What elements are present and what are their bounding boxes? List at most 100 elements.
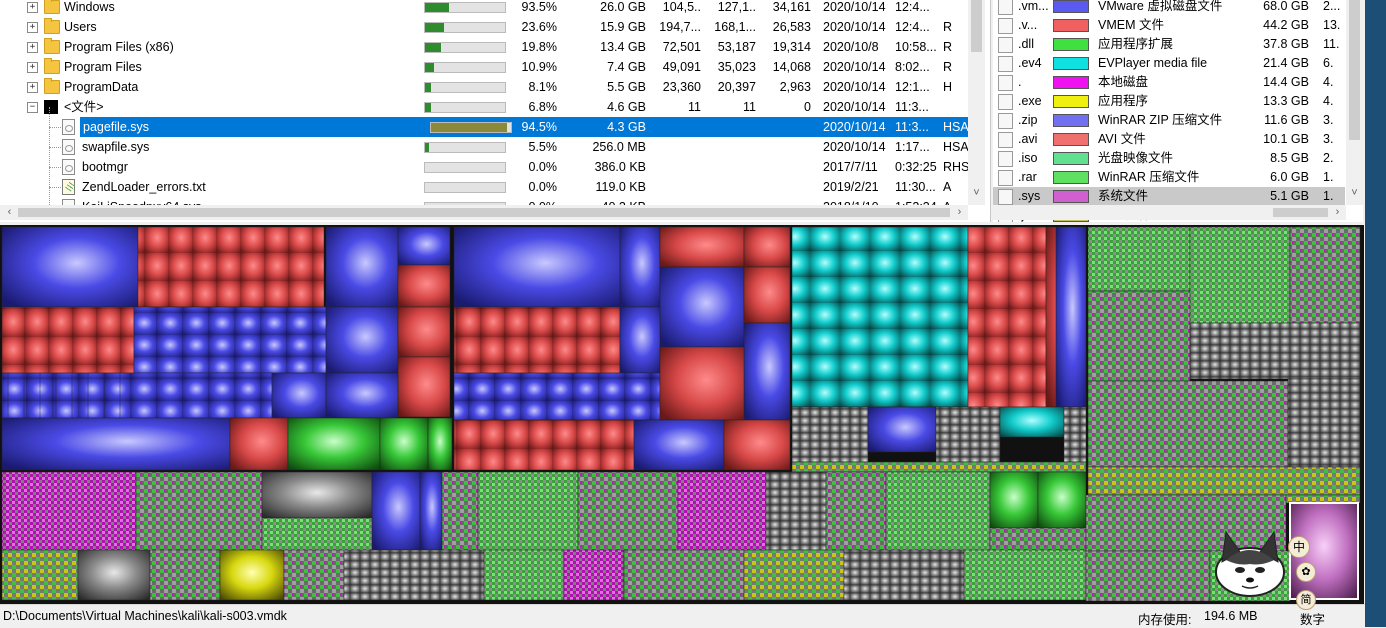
tree-row[interactable]: + ProgramData 8.1% 5.5 GB 23,360 20,397 2,963 2… <box>0 77 968 97</box>
treemap-block[interactable] <box>287 417 381 471</box>
tree-row[interactable]: pagefile.sys 94.5% 4.3 GB 2020/10/14 11:3...… <box>0 117 969 137</box>
treemap-block[interactable] <box>1037 471 1087 529</box>
treemap-block[interactable] <box>659 266 745 348</box>
tree-item-name[interactable]: pagefile.sys <box>82 117 433 137</box>
ext-horizontal-scrollbar[interactable]: › <box>993 205 1346 220</box>
tree-item-name[interactable]: Users <box>64 17 97 37</box>
treemap-block[interactable] <box>791 461 1087 473</box>
extension-row[interactable]: .avi AVI 文件 10.1 GB 3. <box>993 130 1345 149</box>
treemap-block[interactable] <box>743 226 791 268</box>
tree-row[interactable]: − <文件> 6.8% 4.6 GB 11 11 0 2020/10/14 11:3... <box>0 97 968 117</box>
extension-row[interactable]: .sys 系统文件 5.1 GB 1. <box>993 187 1345 206</box>
treemap-block[interactable] <box>1063 406 1087 463</box>
extension-row[interactable]: .zip WinRAR ZIP 压缩文件 11.6 GB 3. <box>993 111 1345 130</box>
tree-row[interactable]: + Windows 93.5% 26.0 GB 104,5.. 127,1.. 34,161… <box>0 0 968 17</box>
treemap-block[interactable] <box>1189 322 1361 380</box>
treemap-block[interactable] <box>1085 550 1211 602</box>
treemap-block[interactable] <box>427 417 453 471</box>
treemap-block[interactable] <box>261 471 373 519</box>
treemap-view[interactable] <box>0 225 1364 604</box>
ext-vscroll-thumb[interactable] <box>1349 0 1360 140</box>
treemap-block[interactable] <box>419 471 443 551</box>
treemap-block[interactable] <box>453 419 635 471</box>
treemap-block[interactable] <box>963 549 1087 601</box>
expand-icon[interactable]: + <box>27 82 38 93</box>
tree-scroll-right-arrow[interactable]: › <box>952 205 967 220</box>
treemap-block[interactable] <box>1087 466 1361 496</box>
treemap-block[interactable] <box>379 417 429 471</box>
treemap-block[interactable] <box>229 417 289 471</box>
tree-item-name[interactable]: Program Files <box>64 57 142 77</box>
extension-row[interactable]: .dll 应用程序扩展 37.8 GB 11. <box>993 35 1345 54</box>
treemap-block[interactable] <box>935 406 1001 463</box>
expand-icon[interactable]: + <box>27 42 38 53</box>
tree-horizontal-scrollbar[interactable]: ‹ › <box>0 205 968 220</box>
treemap-block[interactable] <box>343 549 485 601</box>
treemap-block[interactable] <box>677 471 767 551</box>
treemap-block[interactable] <box>1 417 231 471</box>
treemap-block[interactable] <box>397 306 451 358</box>
treemap-block[interactable] <box>133 306 327 374</box>
ext-vertical-scrollbar[interactable]: ˅ <box>1346 0 1363 205</box>
tree-item-name[interactable]: ZendLoader_errors.txt <box>82 177 206 197</box>
treemap-block[interactable] <box>453 372 661 421</box>
treemap-block[interactable] <box>1 372 273 419</box>
treemap-block[interactable] <box>283 549 345 601</box>
treemap-block[interactable] <box>1 471 137 551</box>
extension-row[interactable]: .exe 应用程序 13.3 GB 4. <box>993 92 1345 111</box>
treemap-block[interactable] <box>825 471 887 551</box>
treemap-block[interactable] <box>453 306 621 374</box>
treemap-block[interactable] <box>999 406 1065 438</box>
expand-icon[interactable]: + <box>27 62 38 73</box>
treemap-block[interactable] <box>989 527 1087 551</box>
treemap-block[interactable] <box>577 471 679 551</box>
treemap-block[interactable] <box>149 549 221 601</box>
treemap-block[interactable] <box>1189 226 1291 324</box>
tree-row[interactable]: + Program Files (x86) 19.8% 13.4 GB 72,501 53… <box>0 37 968 57</box>
treemap-block[interactable] <box>1087 226 1191 292</box>
treemap-block[interactable] <box>325 306 399 374</box>
treemap-block[interactable] <box>219 549 285 601</box>
tree-item-name[interactable]: <文件> <box>64 97 104 117</box>
expand-icon[interactable]: + <box>27 2 38 13</box>
tree-item-name[interactable]: bootmgr <box>82 157 128 177</box>
ext-scroll-down-arrow[interactable]: ˅ <box>1347 186 1362 201</box>
treemap-block[interactable] <box>1087 290 1191 382</box>
treemap-block[interactable] <box>743 549 845 601</box>
treemap-block[interactable] <box>397 264 451 308</box>
treemap-block[interactable] <box>659 226 745 268</box>
treemap-block[interactable] <box>371 471 421 551</box>
treemap-block[interactable] <box>397 226 451 266</box>
treemap-block[interactable] <box>1 226 139 308</box>
treemap-block[interactable] <box>1087 380 1289 468</box>
treemap-block[interactable] <box>1287 378 1361 468</box>
ime-skin-badge[interactable]: ✿ <box>1296 562 1316 582</box>
treemap-block[interactable] <box>261 517 373 551</box>
treemap-block[interactable] <box>659 346 745 421</box>
tree-row[interactable]: ZendLoader_errors.txt 0.0% 119.0 KB 2019/2/… <box>0 177 968 197</box>
treemap-block[interactable] <box>441 471 479 551</box>
tree-item-name[interactable]: ProgramData <box>64 77 138 97</box>
treemap-block[interactable] <box>989 471 1039 529</box>
tree-vertical-scrollbar[interactable]: ˅ <box>968 0 985 205</box>
treemap-canvas[interactable] <box>0 225 1364 604</box>
treemap-block[interactable] <box>623 549 745 601</box>
tree-scroll-left-arrow[interactable]: ‹ <box>2 205 17 220</box>
expand-icon[interactable]: + <box>27 22 38 33</box>
directory-tree-pane[interactable]: + Windows 93.5% 26.0 GB 104,5.. 127,1.. 34,161… <box>0 0 991 222</box>
treemap-block[interactable] <box>619 306 661 374</box>
treemap-block[interactable] <box>743 322 791 421</box>
extension-row[interactable]: .v... VMEM 文件 44.2 GB 13. <box>993 16 1345 35</box>
ime-simplified-badge[interactable]: 简 <box>1296 590 1316 610</box>
treemap-block[interactable] <box>1055 226 1087 408</box>
treemap-block[interactable] <box>743 266 791 324</box>
treemap-block[interactable] <box>77 549 151 601</box>
treemap-block[interactable] <box>137 226 325 308</box>
tree-row[interactable]: bootmgr 0.0% 386.0 KB 2017/7/11 0:32:25 RHS..… <box>0 157 980 177</box>
treemap-block[interactable] <box>765 471 827 551</box>
treemap-block[interactable] <box>1 306 135 374</box>
treemap-block[interactable] <box>453 226 621 308</box>
treemap-block[interactable] <box>325 226 399 308</box>
tree-hscroll-thumb[interactable] <box>18 208 950 217</box>
treemap-block[interactable] <box>1 549 79 601</box>
